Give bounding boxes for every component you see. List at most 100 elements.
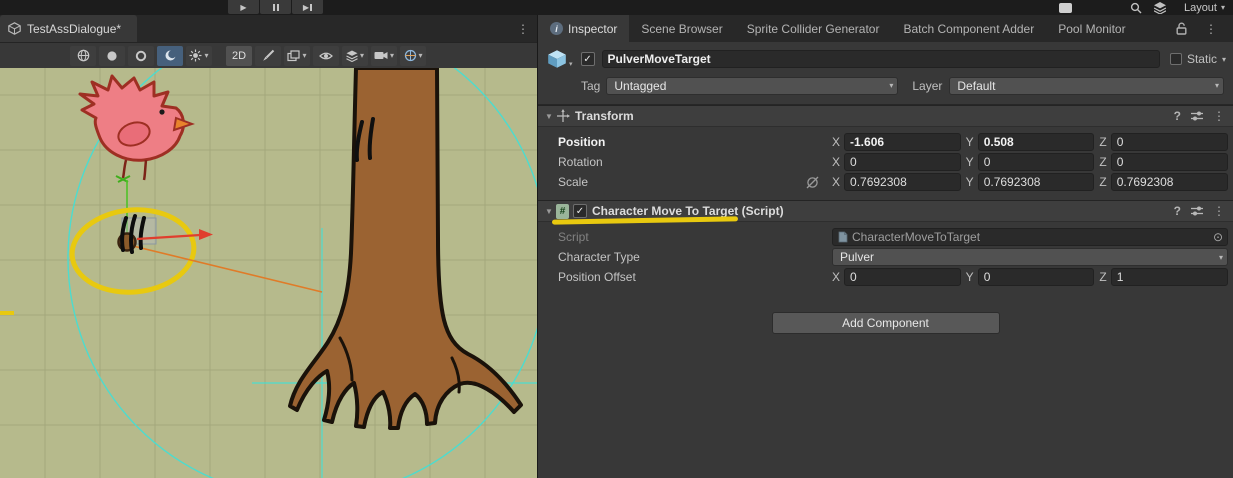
axis-y-label[interactable]: Y [966, 135, 974, 149]
axis-z-label[interactable]: Z [1099, 175, 1106, 189]
custom-tool-dropdown[interactable]: ▾ [186, 46, 212, 66]
static-control: Static ▾ [1170, 52, 1229, 66]
tab-batch-component-adder[interactable]: Batch Component Adder [891, 15, 1046, 42]
position-offset-row: Position Offset X0 Y0 Z1 [538, 267, 1233, 287]
gizmos-dropdown[interactable]: ▾ [400, 46, 426, 66]
foldout-arrow[interactable]: ▼ [542, 112, 556, 121]
tab-sprite-collider-generator[interactable]: Sprite Collider Generator [735, 15, 892, 42]
step-button[interactable]: ▶ [292, 0, 323, 14]
scale-y-field[interactable]: 0.7692308 [978, 173, 1095, 191]
rotation-y-field[interactable]: 0 [978, 153, 1095, 171]
script-row: Script CharacterMoveToTarget ⊙ [538, 227, 1233, 247]
component-menu-button[interactable]: ⋮ [1213, 204, 1225, 218]
move-tool-button[interactable] [99, 46, 125, 66]
component-enabled-checkbox[interactable]: ✓ [573, 204, 587, 218]
scale-row: Scale X0.7692308 Y0.7692308 Z0.7692308 [538, 172, 1233, 192]
scene-tab-title: TestAssDialogue* [27, 22, 121, 36]
offset-y-field[interactable]: 0 [978, 268, 1095, 286]
rotate-tool-button[interactable] [128, 46, 154, 66]
static-flags-dropdown[interactable]: ▾ [1222, 55, 1226, 64]
foldout-arrow[interactable]: ▼ [542, 207, 556, 216]
component-menu-button[interactable]: ⋮ [1213, 109, 1225, 123]
axis-y-label[interactable]: Y [966, 270, 974, 284]
script-object-field[interactable]: CharacterMoveToTarget ⊙ [832, 228, 1228, 246]
sprite-sort-dropdown[interactable]: ▾ [284, 46, 310, 66]
tab-scene-browser[interactable]: Scene Browser [629, 15, 734, 42]
filled-circle-icon [106, 50, 118, 62]
help-icon[interactable]: ? [1174, 109, 1181, 123]
position-z-field[interactable]: 0 [1111, 133, 1228, 151]
search-button[interactable] [1130, 2, 1142, 14]
axis-z-label[interactable]: Z [1099, 270, 1106, 284]
view-tool-button[interactable] [70, 46, 96, 66]
axis-z-label[interactable]: Z [1099, 155, 1106, 169]
chevron-down-icon: ▾ [390, 51, 394, 60]
layers-icon [1154, 2, 1166, 14]
scale-x-field[interactable]: 0.7692308 [844, 173, 961, 191]
pause-icon [273, 4, 275, 11]
axis-x-label[interactable]: X [832, 155, 840, 169]
tab-scene-view[interactable]: TestAssDialogue* [0, 15, 137, 42]
presets-icon[interactable] [1190, 205, 1204, 217]
position-y-field[interactable]: 0.508 [978, 133, 1095, 151]
eye-icon [319, 50, 333, 62]
scene-tabbar: TestAssDialogue* ⋮ [0, 15, 537, 42]
lock-icon[interactable] [1176, 22, 1187, 35]
property-label: Script [558, 230, 832, 244]
camera-settings-dropdown[interactable]: ▾ [371, 46, 397, 66]
character-type-dropdown[interactable]: Pulver ▾ [832, 248, 1228, 266]
axis-x-label[interactable]: X [832, 135, 840, 149]
layer-dropdown[interactable]: Default ▾ [949, 77, 1224, 95]
scene-tab-menu-button[interactable]: ⋮ [509, 15, 537, 42]
axis-x-label[interactable]: X [832, 175, 840, 189]
brush-icon [262, 49, 275, 62]
inspector-menu-button[interactable]: ⋮ [1197, 22, 1225, 36]
tag-dropdown[interactable]: Untagged ▾ [606, 77, 898, 95]
constrain-proportions-icon[interactable] [805, 176, 820, 189]
offset-x-field[interactable]: 0 [844, 268, 961, 286]
help-icon[interactable]: ? [1174, 204, 1181, 218]
axis-z-label[interactable]: Z [1099, 135, 1106, 149]
search-icon [1130, 2, 1142, 14]
position-row: Position X-1.606 Y0.508 Z0 [538, 132, 1233, 152]
rotation-x-field[interactable]: 0 [844, 153, 961, 171]
play-button[interactable]: ▶ [228, 0, 259, 14]
layout-dropdown[interactable]: Layout ▾ [1184, 2, 1225, 14]
presets-icon[interactable] [1190, 110, 1204, 122]
layers-visibility-dropdown[interactable]: ▾ [342, 46, 368, 66]
unity-editor-window: ▶ ▶ Layout ▾ [0, 0, 1233, 478]
tag-label: Tag [581, 79, 600, 93]
gameobject-cube-icon[interactable] [546, 48, 568, 70]
object-picker-icon[interactable]: ⊙ [1213, 229, 1223, 245]
offset-z-field[interactable]: 1 [1111, 268, 1228, 286]
rotation-z-field[interactable]: 0 [1111, 153, 1228, 171]
axis-y-label[interactable]: Y [966, 155, 974, 169]
icon-picker-arrow[interactable]: ▾ [569, 60, 573, 68]
2d-mode-toggle[interactable]: 2D [226, 46, 252, 66]
position-x-field[interactable]: -1.606 [844, 133, 961, 151]
ring-icon [135, 50, 147, 62]
tab-pool-monitor[interactable]: Pool Monitor [1046, 15, 1137, 42]
inspector-panel: i Inspector Scene Browser Sprite Collide… [537, 15, 1233, 478]
tab-inspector[interactable]: i Inspector [538, 15, 629, 42]
gameobject-name-field[interactable]: PulverMoveTarget [602, 50, 1160, 68]
scene-view-canvas[interactable] [0, 68, 537, 478]
scale-z-field[interactable]: 0.7692308 [1111, 173, 1228, 191]
property-label: Position Offset [558, 270, 832, 284]
axis-y-label[interactable]: Y [966, 175, 974, 189]
active-tool-button[interactable] [157, 46, 183, 66]
chevron-down-icon: ▾ [1215, 81, 1219, 90]
chevron-down-icon: ▾ [204, 51, 208, 60]
services-icon[interactable] [1059, 3, 1072, 13]
axis-x-label[interactable]: X [832, 270, 840, 284]
cards-icon [287, 50, 300, 62]
layers-button[interactable] [1154, 2, 1166, 14]
static-checkbox[interactable] [1170, 53, 1182, 65]
active-checkbox[interactable]: ✓ [581, 52, 595, 66]
scene-tab-icon [8, 22, 21, 35]
scene-visibility-toggle[interactable] [313, 46, 339, 66]
chevron-down-icon: ▾ [1221, 3, 1225, 12]
add-component-button[interactable]: Add Component [772, 312, 1000, 334]
paint-tool-button[interactable] [255, 46, 281, 66]
pause-button[interactable] [260, 0, 291, 14]
